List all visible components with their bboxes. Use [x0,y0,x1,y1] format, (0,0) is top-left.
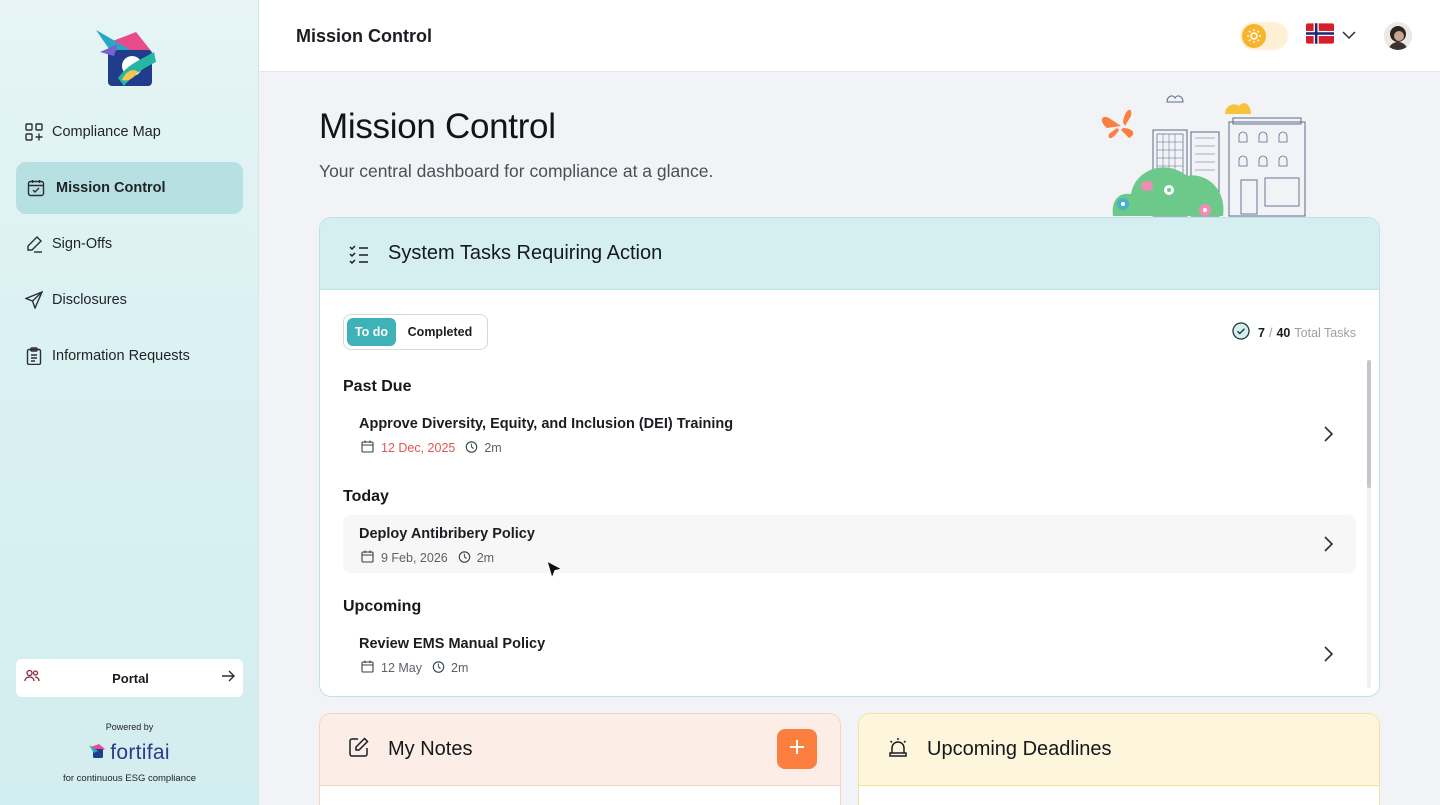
sidebar-item-compliance-map[interactable]: Compliance Map [16,106,243,158]
sidebar-nav: Compliance Map Mission Control Sign-Offs… [16,106,243,386]
timer-icon [458,550,471,566]
mouse-pointer-icon [546,559,564,580]
users-icon [24,669,40,688]
notes-card-title: My Notes [388,738,473,760]
task-duration: 2m [484,441,502,455]
brand-name: fortifai [110,741,170,764]
pen-icon [24,234,44,254]
scrollbar-thumb[interactable] [1367,360,1371,488]
sidebar-item-sign-offs[interactable]: Sign-Offs [16,218,243,270]
app-logo[interactable] [88,22,170,90]
chevron-down-icon [1342,27,1356,45]
checklist-icon [348,243,370,265]
powered-by-text: Powered by [105,722,154,732]
section-heading-today: Today [343,488,389,505]
portal-label: Portal [112,670,149,686]
task-due-date: 12 Dec, 2025 [381,441,456,455]
user-avatar[interactable] [1384,22,1412,50]
sidebar-item-label: Information Requests [52,348,190,364]
task-meta: 12 Dec, 2025 2m [361,440,502,456]
clipboard-icon [24,346,44,366]
task-meta: 9 Feb, 2026 2m [361,550,494,566]
tab-completed[interactable]: Completed [396,318,484,346]
check-circle-icon [1232,322,1250,343]
completed-count: 7 [1258,325,1265,340]
task-name: Approve Diversity, Equity, and Inclusion… [359,416,734,432]
calendar-icon [361,550,374,566]
my-notes-card: My Notes [319,713,841,805]
send-icon [24,290,44,310]
task-meta: 12 May 2m [361,660,468,676]
tasks-card-header: System Tasks Requiring Action [320,218,1379,290]
add-note-button[interactable] [777,729,817,769]
chevron-right-icon [1318,534,1338,554]
total-tasks-label: Total Tasks [1294,325,1356,340]
chevron-right-icon [1318,424,1338,444]
calendar-check-icon [26,178,46,198]
task-duration: 2m [451,661,469,675]
task-due-date: 9 Feb, 2026 [381,551,448,565]
city-illustration [1095,92,1310,218]
alarm-bell-icon [887,736,909,763]
calendar-icon [361,440,374,456]
task-row[interactable]: Review EMS Manual Policy 12 May 2m [343,625,1356,683]
sidebar-item-label: Sign-Offs [52,236,113,252]
upcoming-deadlines-card: Upcoming Deadlines [858,713,1380,805]
sidebar-item-mission-control[interactable]: Mission Control [16,162,243,214]
top-bar: Mission Control [259,0,1440,72]
section-heading-upcoming: Upcoming [343,598,422,615]
sidebar-item-label: Compliance Map [52,124,161,140]
sun-icon [1242,24,1266,48]
sidebar: Compliance Map Mission Control Sign-Offs… [0,0,259,805]
portal-button[interactable]: Portal [16,659,243,697]
task-due-date: 12 May [381,661,422,675]
task-row[interactable]: Deploy Antibribery Policy 9 Feb, 2026 2m [343,515,1356,573]
fortifai-brand: fortifai [0,741,259,765]
task-name: Deploy Antibribery Policy [359,526,535,542]
notes-card-header: My Notes [320,714,840,786]
norway-flag-icon [1306,23,1334,49]
tab-to-do[interactable]: To do [347,318,396,346]
language-selector[interactable] [1306,23,1360,49]
chevron-right-icon [1318,644,1338,664]
tasks-scrollbar[interactable] [1367,360,1371,688]
plus-icon [788,738,806,761]
brand-tagline: for continuous ESG compliance [62,773,197,784]
task-row[interactable]: Approve Diversity, Equity, and Inclusion… [343,405,1356,463]
grid-plus-icon [24,122,44,142]
deadlines-card-header: Upcoming Deadlines [859,714,1379,786]
timer-icon [465,440,478,456]
page-subtitle: Your central dashboard for compliance at… [319,161,714,181]
sidebar-item-information-requests[interactable]: Information Requests [16,330,243,382]
tasks-card-title: System Tasks Requiring Action [388,242,663,264]
total-tasks-counter: 7 / 40 Total Tasks [1232,322,1356,343]
edit-note-icon [348,736,370,763]
section-heading-past-due: Past Due [343,378,412,395]
sidebar-item-label: Disclosures [52,292,127,308]
timer-icon [432,660,445,676]
sidebar-item-disclosures[interactable]: Disclosures [16,274,243,326]
task-status-tabs: To do Completed [343,314,488,350]
deadlines-card-title: Upcoming Deadlines [927,738,1112,760]
arrow-right-icon [221,669,235,687]
header-title: Mission Control [296,26,432,46]
theme-toggle[interactable] [1240,22,1288,50]
system-tasks-card: System Tasks Requiring Action To do Comp… [319,217,1380,697]
sidebar-item-label: Mission Control [56,180,166,196]
fortifai-logo-icon [89,743,107,764]
total-count: 40 [1276,325,1291,340]
count-separator: / [1269,325,1273,340]
page-title: Mission Control [319,107,556,146]
calendar-icon [361,660,374,676]
task-duration: 2m [476,551,495,565]
task-name: Review EMS Manual Policy [359,636,546,652]
